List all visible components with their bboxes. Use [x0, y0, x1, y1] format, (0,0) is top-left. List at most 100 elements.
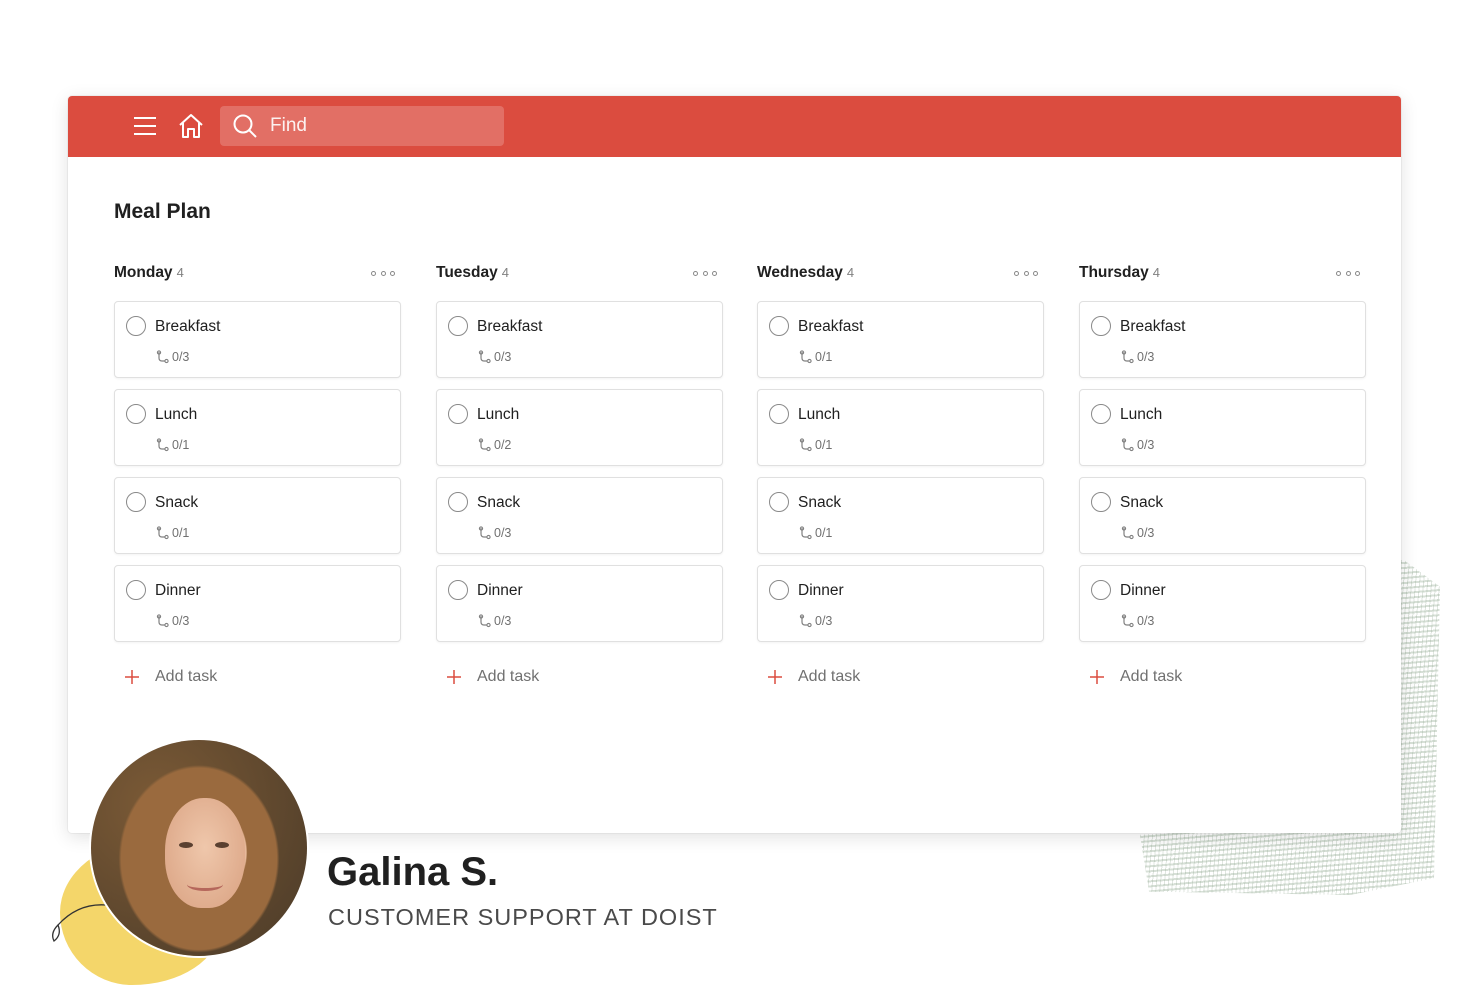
subtask-count: 0/1 — [156, 526, 189, 540]
subtask-count: 0/3 — [1121, 614, 1154, 628]
section-wednesday: Wednesday 4 Breakfast 0/1 Lunch 0/1 Snack 0/… — [757, 264, 1044, 685]
section-more-button[interactable] — [1014, 266, 1038, 280]
task-checkbox[interactable] — [448, 404, 468, 424]
task-checkbox[interactable] — [769, 316, 789, 336]
plus-icon — [123, 668, 141, 686]
task-checkbox[interactable] — [1091, 580, 1111, 600]
section-thursday: Thursday 4 Breakfast 0/3 Lunch 0/3 Snack 0/3… — [1079, 264, 1366, 685]
task-name: Breakfast — [798, 318, 864, 335]
app-window: Meal Plan Monday4 Breakfast 0/3 Lunch 0/1 … — [68, 96, 1401, 833]
task-name: Dinner — [798, 582, 844, 599]
section-title: Thursday — [1079, 264, 1149, 281]
more-dots-icon — [371, 270, 376, 276]
add-task-label: Add task — [477, 668, 540, 685]
section-tuesday: Tuesday 4 Breakfast 0/3 Lunch 0/2 Snack 0/3 … — [436, 264, 723, 685]
task-card[interactable]: Snack 0/3 — [1079, 477, 1366, 554]
task-card[interactable]: Snack 0/1 — [114, 477, 401, 554]
task-checkbox[interactable] — [1091, 492, 1111, 512]
add-task-label: Add task — [1120, 668, 1183, 685]
task-card[interactable]: Breakfast 0/1 — [757, 301, 1044, 378]
subtask-count-text: 0/3 — [494, 350, 512, 364]
add-task-button[interactable]: Add task — [1088, 668, 1182, 686]
section-monday: Monday 4 Breakfast 0/3 Lunch 0/1 Snack 0/1 D… — [114, 264, 401, 685]
subtask-count-text: 0/3 — [1137, 614, 1155, 628]
subtask-count: 0/3 — [1121, 526, 1154, 540]
task-card[interactable]: Breakfast 0/3 — [436, 301, 723, 378]
task-name: Snack — [155, 494, 199, 511]
subtask-icon — [478, 614, 491, 628]
search-input[interactable] — [268, 114, 492, 138]
task-card[interactable]: Lunch 0/2 — [436, 389, 723, 466]
task-checkbox[interactable] — [769, 492, 789, 512]
section-more-button[interactable] — [371, 266, 395, 280]
subtask-count: 0/2 — [478, 438, 511, 452]
section-count: 4 — [846, 265, 855, 280]
subtask-count: 0/1 — [799, 438, 832, 452]
section-count: 4 — [501, 265, 509, 280]
section-more-button[interactable] — [693, 266, 717, 280]
section-header: Wednesday 4 — [757, 264, 1044, 288]
task-checkbox[interactable] — [1091, 404, 1111, 424]
mouth — [187, 878, 223, 891]
subtask-icon — [156, 614, 169, 628]
task-checkbox[interactable] — [126, 404, 146, 424]
subtask-count-text: 0/3 — [494, 526, 512, 540]
section-header: Tuesday 4 — [436, 264, 723, 288]
task-checkbox[interactable] — [769, 580, 789, 600]
subtask-count-text: 0/1 — [815, 526, 833, 540]
subtask-count-text: 0/3 — [1137, 438, 1155, 452]
more-dots-icon — [693, 270, 698, 276]
task-name: Snack — [798, 494, 842, 511]
task-checkbox[interactable] — [126, 580, 146, 600]
subtask-count: 0/1 — [799, 526, 832, 540]
task-card[interactable]: Lunch 0/1 — [114, 389, 401, 466]
subtask-count-text: 0/1 — [815, 350, 833, 364]
task-card[interactable]: Dinner 0/3 — [1079, 565, 1366, 642]
subtask-icon — [1121, 614, 1134, 628]
subtask-icon — [478, 350, 491, 364]
task-checkbox[interactable] — [126, 492, 146, 512]
add-task-button[interactable]: Add task — [445, 668, 539, 686]
task-checkbox[interactable] — [448, 316, 468, 336]
task-name: Lunch — [798, 406, 841, 423]
eye — [215, 842, 229, 848]
task-card[interactable]: Snack 0/3 — [436, 477, 723, 554]
task-name: Lunch — [155, 406, 198, 423]
task-checkbox[interactable] — [1091, 316, 1111, 336]
task-card[interactable]: Breakfast 0/3 — [1079, 301, 1366, 378]
task-card[interactable]: Dinner 0/3 — [757, 565, 1044, 642]
add-task-button[interactable]: Add task — [766, 668, 860, 686]
search-bar[interactable] — [220, 106, 504, 146]
task-checkbox[interactable] — [126, 316, 146, 336]
task-card[interactable]: Snack 0/1 — [757, 477, 1044, 554]
subtask-count-text: 0/3 — [1137, 350, 1155, 364]
task-card[interactable]: Lunch 0/1 — [757, 389, 1044, 466]
section-header: Monday 4 — [114, 264, 401, 288]
subtask-count-text: 0/3 — [1137, 526, 1155, 540]
subtask-icon — [156, 350, 169, 364]
subtask-count: 0/1 — [156, 438, 189, 452]
person-role: CUSTOMER SUPPORT AT DOIST — [328, 904, 718, 930]
task-card[interactable]: Dinner 0/3 — [114, 565, 401, 642]
eye — [179, 842, 193, 848]
plus-icon — [1088, 668, 1106, 686]
subtask-icon — [478, 438, 491, 452]
task-card[interactable]: Dinner 0/3 — [436, 565, 723, 642]
more-dots-icon — [1014, 270, 1019, 276]
task-checkbox[interactable] — [448, 492, 468, 512]
task-card[interactable]: Breakfast 0/3 — [114, 301, 401, 378]
home-button[interactable] — [175, 110, 207, 142]
subtask-count-text: 0/2 — [494, 438, 512, 452]
task-name: Dinner — [155, 582, 201, 599]
menu-button[interactable] — [129, 110, 161, 142]
subtask-count-text: 0/1 — [815, 438, 833, 452]
hamburger-menu-icon — [134, 117, 156, 135]
section-more-button[interactable] — [1336, 266, 1360, 280]
task-checkbox[interactable] — [448, 580, 468, 600]
task-checkbox[interactable] — [769, 404, 789, 424]
home-icon — [179, 114, 203, 138]
task-card[interactable]: Lunch 0/3 — [1079, 389, 1366, 466]
task-name: Dinner — [1120, 582, 1166, 599]
add-task-button[interactable]: Add task — [123, 668, 217, 686]
subtask-icon — [1121, 438, 1134, 452]
